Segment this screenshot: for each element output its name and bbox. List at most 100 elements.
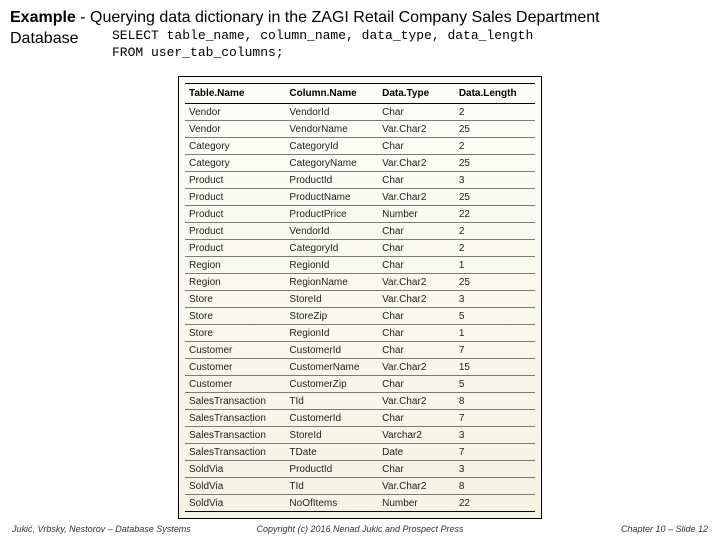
result-table: Table.Name Column.Name Data.Type Data.Le… xyxy=(185,83,535,512)
table-cell: NoOfItems xyxy=(285,495,378,512)
table-cell: 7 xyxy=(445,444,535,461)
table-cell: 2 xyxy=(445,240,535,257)
table-row: RegionRegionIdChar1 xyxy=(185,257,535,274)
table-cell: 3 xyxy=(445,291,535,308)
header-data-type: Data.Type xyxy=(378,84,445,104)
table-cell: Store xyxy=(185,308,285,325)
table-cell: Vendor xyxy=(185,121,285,138)
table-cell: SalesTransaction xyxy=(185,410,285,427)
table-row: SalesTransactionCustomerIdChar7 xyxy=(185,410,535,427)
table-cell: Var.Char2 xyxy=(378,274,445,291)
table-row: ProductCategoryIdChar2 xyxy=(185,240,535,257)
table-cell: Vendor xyxy=(185,104,285,121)
table-cell: Region xyxy=(185,274,285,291)
table-cell: 7 xyxy=(445,342,535,359)
table-cell: CategoryName xyxy=(285,155,378,172)
table-cell: Customer xyxy=(185,359,285,376)
table-cell: Number xyxy=(378,206,445,223)
table-row: ProductVendorIdChar2 xyxy=(185,223,535,240)
table-cell: Char xyxy=(378,308,445,325)
table-cell: 8 xyxy=(445,393,535,410)
table-cell: Char xyxy=(378,376,445,393)
table-cell: 2 xyxy=(445,138,535,155)
table-cell: CategoryId xyxy=(285,138,378,155)
table-cell: 7 xyxy=(445,410,535,427)
table-cell: Var.Char2 xyxy=(378,189,445,206)
table-cell: Number xyxy=(378,495,445,512)
table-cell: 5 xyxy=(445,376,535,393)
table-cell: Customer xyxy=(185,376,285,393)
table-cell: VendorId xyxy=(285,104,378,121)
header-table-name: Table.Name xyxy=(185,84,285,104)
table-cell: RegionId xyxy=(285,325,378,342)
sql-line-1: SELECT table_name, column_name, data_typ… xyxy=(112,28,533,45)
table-cell: 2 xyxy=(445,104,535,121)
slide-footer: Jukić, Vrbsky, Nestorov – Database Syste… xyxy=(0,524,720,534)
table-cell: RegionId xyxy=(285,257,378,274)
table-row: CustomerCustomerIdChar7 xyxy=(185,342,535,359)
table-cell: CustomerZip xyxy=(285,376,378,393)
table-cell: SalesTransaction xyxy=(185,427,285,444)
table-cell: ProductPrice xyxy=(285,206,378,223)
table-cell: 3 xyxy=(445,427,535,444)
table-cell: ProductId xyxy=(285,172,378,189)
table-row: SoldViaNoOfItemsNumber22 xyxy=(185,495,535,512)
table-cell: Var.Char2 xyxy=(378,155,445,172)
table-row: SalesTransactionStoreIdVarchar23 xyxy=(185,427,535,444)
table-cell: Char xyxy=(378,325,445,342)
table-cell: SoldVia xyxy=(185,461,285,478)
footer-left: Jukić, Vrbsky, Nestorov – Database Syste… xyxy=(12,524,191,534)
table-row: CategoryCategoryNameVar.Char225 xyxy=(185,155,535,172)
table-cell: Char xyxy=(378,172,445,189)
table-cell: Char xyxy=(378,223,445,240)
table-cell: Category xyxy=(185,155,285,172)
header-data-length: Data.Length xyxy=(445,84,535,104)
table-cell: Region xyxy=(185,257,285,274)
table-row: SalesTransactionTIdVar.Char28 xyxy=(185,393,535,410)
table-cell: CustomerName xyxy=(285,359,378,376)
table-cell: StoreId xyxy=(285,427,378,444)
table-row: VendorVendorIdChar2 xyxy=(185,104,535,121)
table-cell: Product xyxy=(185,240,285,257)
table-cell: ProductId xyxy=(285,461,378,478)
table-cell: 15 xyxy=(445,359,535,376)
table-row: CategoryCategoryIdChar2 xyxy=(185,138,535,155)
table-cell: SalesTransaction xyxy=(185,393,285,410)
table-cell: 1 xyxy=(445,257,535,274)
table-row: SoldViaTIdVar.Char28 xyxy=(185,478,535,495)
title-dash: - xyxy=(76,9,90,26)
title-rest1: Querying data dictionary in the ZAGI Ret… xyxy=(90,9,600,26)
table-cell: Customer xyxy=(185,342,285,359)
result-table-container: Table.Name Column.Name Data.Type Data.Le… xyxy=(178,76,542,519)
table-cell: Date xyxy=(378,444,445,461)
table-cell: Var.Char2 xyxy=(378,393,445,410)
table-row: SalesTransactionTDateDate7 xyxy=(185,444,535,461)
table-row: StoreStoreIdVar.Char23 xyxy=(185,291,535,308)
table-cell: VendorName xyxy=(285,121,378,138)
table-row: StoreRegionIdChar1 xyxy=(185,325,535,342)
table-row: CustomerCustomerZipChar5 xyxy=(185,376,535,393)
table-cell: ProductName xyxy=(285,189,378,206)
title-rest2: Database xyxy=(10,30,79,47)
table-cell: Store xyxy=(185,325,285,342)
table-row: ProductProductPriceNumber22 xyxy=(185,206,535,223)
table-cell: 3 xyxy=(445,172,535,189)
table-cell: Var.Char2 xyxy=(378,478,445,495)
table-cell: Char xyxy=(378,410,445,427)
table-cell: Var.Char2 xyxy=(378,121,445,138)
table-cell: CustomerId xyxy=(285,342,378,359)
header-column-name: Column.Name xyxy=(285,84,378,104)
table-row: ProductProductIdChar3 xyxy=(185,172,535,189)
table-cell: RegionName xyxy=(285,274,378,291)
table-cell: SoldVia xyxy=(185,495,285,512)
table-cell: Char xyxy=(378,240,445,257)
table-cell: 22 xyxy=(445,206,535,223)
table-cell: StoreId xyxy=(285,291,378,308)
table-cell: Char xyxy=(378,257,445,274)
table-cell: 25 xyxy=(445,121,535,138)
table-header-row: Table.Name Column.Name Data.Type Data.Le… xyxy=(185,84,535,104)
sql-line-2: FROM user_tab_columns; xyxy=(112,45,533,62)
table-cell: TId xyxy=(285,393,378,410)
table-cell: Store xyxy=(185,291,285,308)
table-cell: Char xyxy=(378,342,445,359)
